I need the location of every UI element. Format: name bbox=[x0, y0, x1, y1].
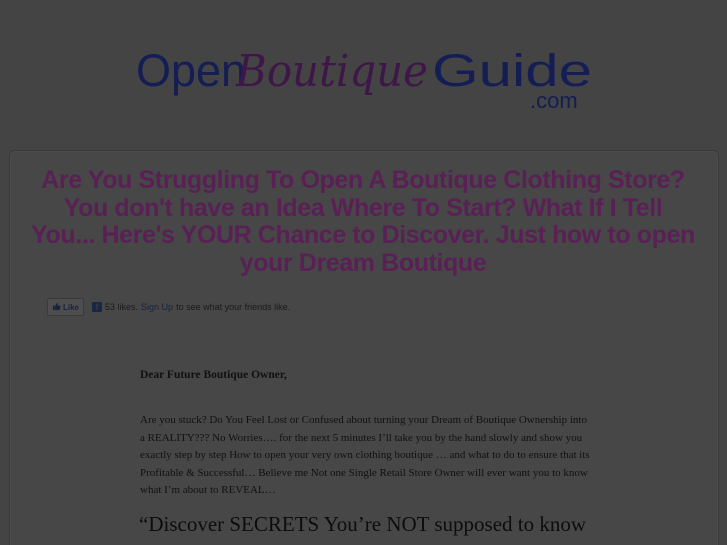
facebook-friends-text: to see what your friends like. bbox=[176, 302, 291, 312]
facebook-signup-link[interactable]: Sign Up bbox=[141, 302, 173, 312]
facebook-like-button[interactable]: Like bbox=[47, 298, 85, 316]
letter-salutation: Dear Future Boutique Owner, bbox=[140, 369, 287, 381]
letter-paragraph: Are you stuck? Do You Feel Lost or Confu… bbox=[140, 414, 590, 496]
thumbs-up-icon bbox=[52, 302, 61, 313]
facebook-likes-count: 53 likes. bbox=[105, 302, 139, 312]
site-logo[interactable]: Open Boutique Guide .com bbox=[0, 38, 727, 118]
facebook-like-bar: Like f 53 likes. Sign Up to see what you… bbox=[47, 298, 290, 316]
page-headline: Are You Struggling To Open A Boutique Cl… bbox=[31, 166, 695, 277]
logo-graphic: Open Boutique Guide .com bbox=[136, 45, 592, 113]
facebook-like-label: Like bbox=[63, 302, 80, 312]
logo-boutique-text: Boutique bbox=[235, 46, 428, 97]
logo-dotcom-text: .com bbox=[530, 88, 578, 113]
letter-subhead: “Discover SECRETS You’re NOT supposed to… bbox=[139, 512, 587, 536]
page: Open Boutique Guide .com Are You Struggl… bbox=[0, 0, 727, 545]
logo-open-text: Open bbox=[136, 45, 246, 96]
facebook-f-icon: f bbox=[92, 302, 103, 312]
